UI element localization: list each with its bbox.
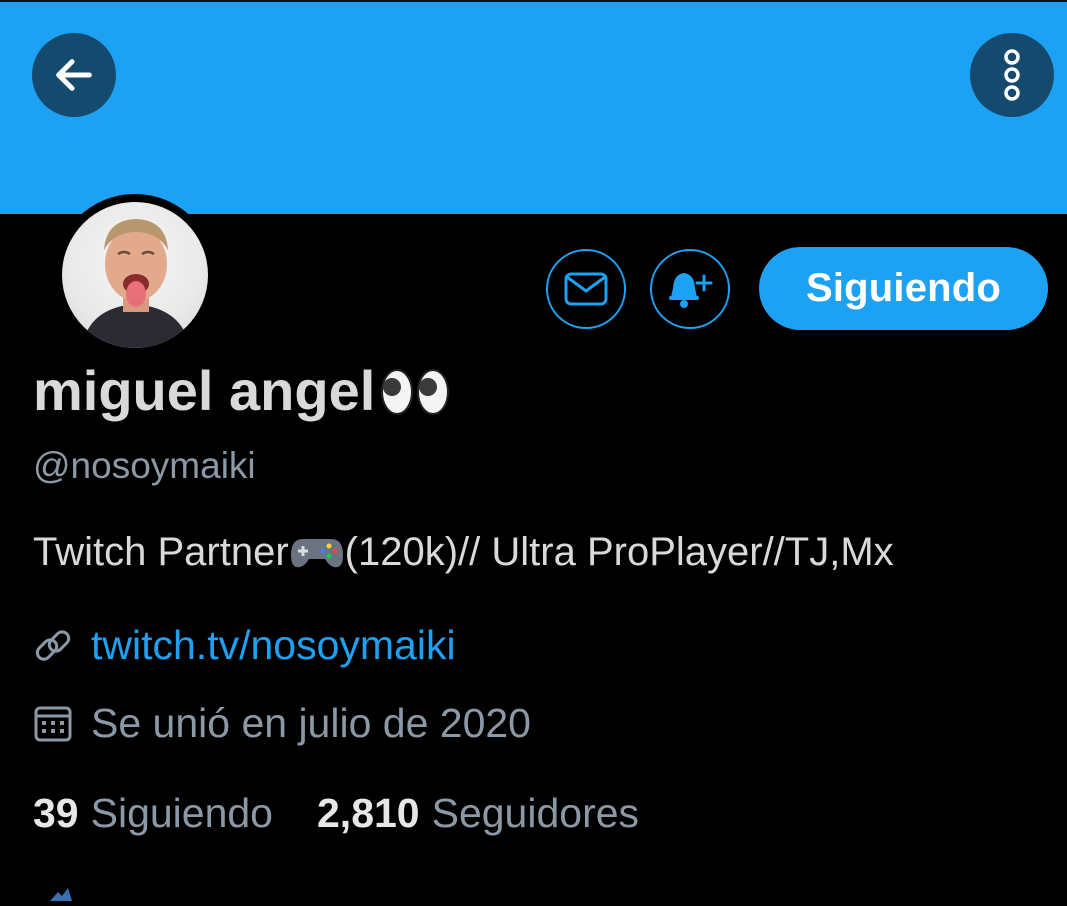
profile-stats: 39 Siguiendo 2,810 Seguidores bbox=[33, 790, 639, 837]
followers-label: Seguidores bbox=[431, 790, 640, 836]
calendar-icon bbox=[34, 706, 72, 741]
following-stat[interactable]: 39 Siguiendo bbox=[33, 790, 273, 837]
more-vertical-icon bbox=[1004, 49, 1020, 101]
bio-text-end: (120k)// Ultra ProPlayer//TJ,Mx bbox=[344, 530, 894, 574]
arrow-left-icon bbox=[56, 59, 92, 91]
website-link[interactable]: twitch.tv/nosoymaiki bbox=[91, 622, 456, 669]
notifications-button[interactable] bbox=[650, 249, 730, 329]
following-count: 39 bbox=[33, 790, 79, 836]
game-controller-icon bbox=[290, 538, 343, 567]
link-icon bbox=[35, 629, 71, 661]
join-date-text: Se unió en julio de 2020 bbox=[91, 700, 531, 746]
eyes-icon bbox=[379, 363, 451, 419]
avatar[interactable] bbox=[54, 194, 216, 356]
display-name: miguel angel bbox=[33, 358, 451, 423]
mail-icon bbox=[564, 272, 608, 306]
followers-count: 2,810 bbox=[317, 790, 420, 836]
following-button-label: Siguiendo bbox=[805, 266, 1002, 310]
profile-handle: @nosoymaiki bbox=[33, 445, 256, 486]
profile-bio: Twitch Partner (120k)// Ultra ProPlayer/… bbox=[33, 530, 894, 575]
following-label: Siguiendo bbox=[90, 790, 273, 836]
followed-by-avatar-partial bbox=[46, 888, 76, 906]
profile-website[interactable]: twitch.tv/nosoymaiki bbox=[33, 622, 456, 669]
more-options-button[interactable] bbox=[970, 33, 1054, 117]
display-name-text: miguel angel bbox=[33, 359, 376, 422]
profile-banner bbox=[0, 0, 1067, 214]
bio-text-start: Twitch Partner bbox=[33, 530, 289, 574]
join-date: Se unió en julio de 2020 bbox=[33, 700, 531, 747]
message-button[interactable] bbox=[546, 249, 626, 329]
avatar-image bbox=[62, 202, 208, 348]
back-button[interactable] bbox=[32, 33, 116, 117]
following-button[interactable]: Siguiendo bbox=[759, 247, 1048, 330]
bell-plus-icon bbox=[669, 273, 713, 308]
followers-stat[interactable]: 2,810 Seguidores bbox=[317, 790, 639, 837]
